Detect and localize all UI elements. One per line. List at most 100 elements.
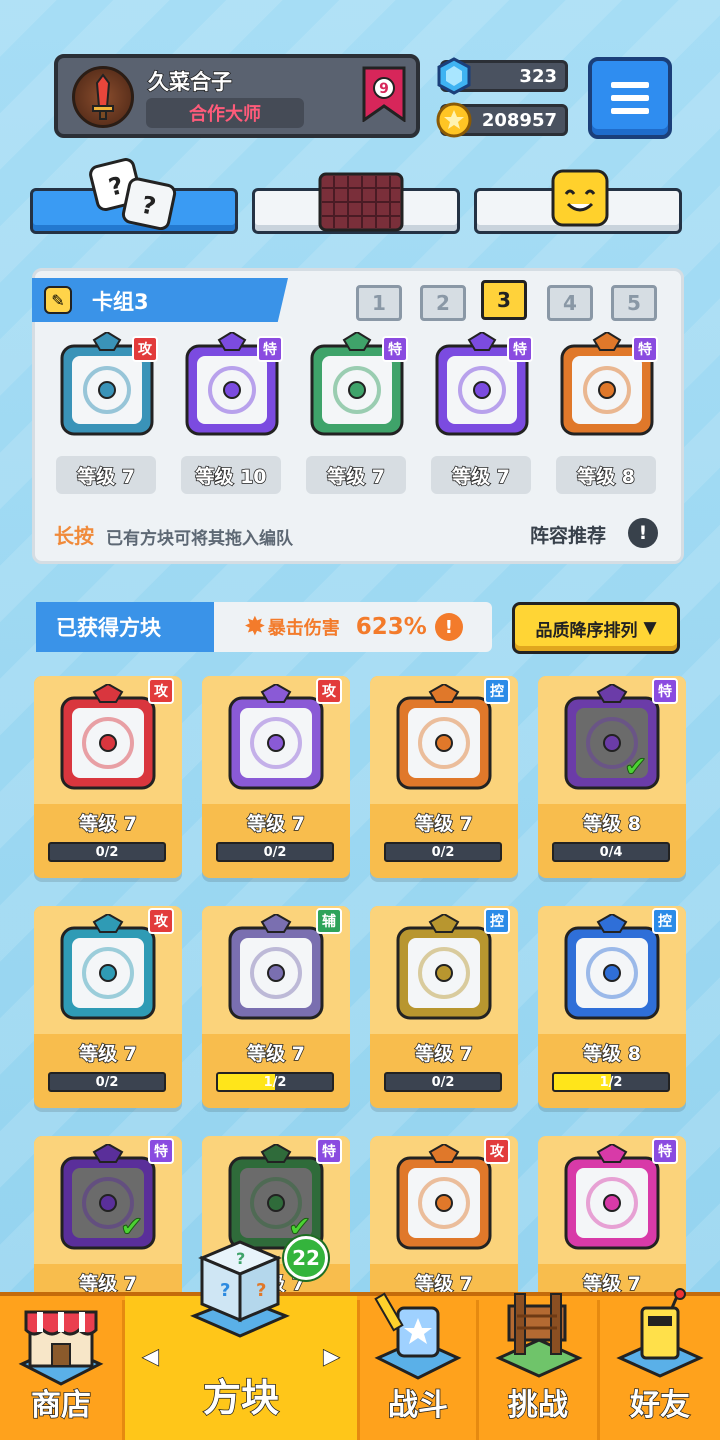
nav-friends-label: 好友 xyxy=(629,1387,691,1424)
block-progress-bar: 0/2 xyxy=(48,842,166,862)
block-card[interactable]: 攻 等级 7 0/2 xyxy=(202,676,350,878)
block-type-tag: 控 xyxy=(652,908,678,934)
deck-card[interactable]: 攻 xyxy=(52,330,162,442)
deck-card[interactable]: 特 xyxy=(302,330,412,442)
crit-value: 623% xyxy=(355,614,427,640)
block-type-tag: 攻 xyxy=(148,908,174,934)
sort-label: 品质降序排列 xyxy=(535,620,638,641)
crit-spark-icon: ✸ xyxy=(244,612,266,642)
dice-icon: ? ? xyxy=(89,158,177,230)
crit-damage-box[interactable]: ✸ 暴击伤害 623% ! xyxy=(214,602,492,652)
blocks-count-badge: 22 xyxy=(284,1236,328,1280)
deck-card[interactable]: 特 xyxy=(427,330,537,442)
menu-icon-bar xyxy=(611,108,649,114)
check-icon: ✔ xyxy=(623,750,648,784)
block-progress-bar: 0/2 xyxy=(384,1072,502,1092)
sword-icon xyxy=(92,73,114,120)
info-icon[interactable]: ! xyxy=(628,518,658,548)
block-type-tag: 特 xyxy=(632,336,658,362)
svg-text:?: ? xyxy=(220,1280,230,1301)
block-type-tag: 特 xyxy=(382,336,408,362)
block-type-tag: 特 xyxy=(316,1138,342,1164)
friends-icon xyxy=(616,1288,704,1378)
nav-battle[interactable]: 战斗 xyxy=(360,1292,476,1440)
block-type-tag: 辅 xyxy=(316,908,342,934)
deck-card[interactable]: 特 xyxy=(177,330,287,442)
deck-card-level: 等级 8 xyxy=(556,456,656,494)
block-type-tag: 攻 xyxy=(484,1138,510,1164)
deck-slot-4[interactable]: 4 xyxy=(547,285,593,321)
block-type-tag: 特 xyxy=(652,678,678,704)
block-level: 等级 7 xyxy=(78,1042,137,1066)
block-type-tag: 特 xyxy=(507,336,533,362)
block-progress-text: 0/2 xyxy=(431,1074,455,1090)
deck-card-level: 等级 7 xyxy=(56,456,156,494)
hint-long-press: 长按 xyxy=(54,524,94,548)
coin-value: 208957 xyxy=(481,109,557,131)
pen-icon[interactable]: ✎ xyxy=(44,286,72,314)
nav-prev-arrow[interactable]: ◀ xyxy=(142,1343,159,1369)
block-progress-bar: 1/2 xyxy=(216,1072,334,1092)
block-progress-bar: 1/2 xyxy=(552,1072,670,1092)
block-type-tag: 控 xyxy=(484,678,510,704)
block-card[interactable]: 特 等级 8 0/4 ✔ xyxy=(538,676,686,878)
block-cube-icon: ? ? ? xyxy=(190,1240,290,1338)
deck-slot-5[interactable]: 5 xyxy=(611,285,657,321)
block-card[interactable]: 攻 等级 7 0/2 xyxy=(34,676,182,878)
nav-challenge[interactable]: 挑战 xyxy=(479,1293,597,1440)
block-type-tag: 特 xyxy=(652,1138,678,1164)
rank-badge: 9 xyxy=(362,66,406,122)
block-card[interactable]: 攻 等级 7 0/2 xyxy=(34,906,182,1108)
block-progress-text: 0/2 xyxy=(95,1074,119,1090)
menu-icon-bar xyxy=(611,95,649,101)
deck-slot-2[interactable]: 2 xyxy=(420,285,466,321)
block-card[interactable]: 控 等级 8 1/2 xyxy=(538,906,686,1108)
deck-slot-1[interactable]: 1 xyxy=(356,285,402,321)
deck-slot-3[interactable]: 3 xyxy=(481,280,527,320)
lineup-recommend-label[interactable]: 阵容推荐 xyxy=(530,521,606,548)
block-level: 等级 8 xyxy=(582,1042,641,1066)
block-level: 等级 8 xyxy=(582,812,641,836)
deck-name-label[interactable]: ✎ 卡组3 xyxy=(32,278,288,322)
battle-icon xyxy=(374,1292,462,1380)
svg-text:?: ? xyxy=(256,1280,266,1301)
block-card[interactable]: 控 等级 7 0/2 xyxy=(370,676,518,878)
profile-panel[interactable]: 久菜合子 合作大师 9 xyxy=(54,54,420,138)
block-level: 等级 7 xyxy=(414,812,473,836)
deck-card-level: 等级 7 xyxy=(306,456,406,494)
hint-drag-text: 已有方块可将其拖入编队 xyxy=(106,529,293,549)
gem-icon xyxy=(437,57,471,95)
player-title: 合作大师 xyxy=(146,98,304,128)
sort-button[interactable]: 品质降序排列 ▼ xyxy=(512,602,680,654)
smile-icon xyxy=(551,169,609,227)
block-progress-text: 0/2 xyxy=(263,844,287,860)
gem-counter[interactable]: 323 xyxy=(437,57,568,95)
crit-info-icon[interactable]: ! xyxy=(434,613,463,641)
menu-icon-bar xyxy=(611,82,649,88)
deck-card-level: 等级 10 xyxy=(181,456,281,494)
block-type-tag: 攻 xyxy=(148,678,174,704)
deck-card[interactable]: 特 xyxy=(552,330,662,442)
gem-value: 323 xyxy=(519,65,557,87)
block-progress-text: 1/2 xyxy=(599,1074,623,1090)
svg-text:?: ? xyxy=(236,1249,245,1268)
menu-button[interactable] xyxy=(588,57,672,139)
nav-friends[interactable]: 好友 xyxy=(600,1288,720,1440)
nav-blocks-label: 方块 xyxy=(202,1375,280,1421)
block-type-tag: 特 xyxy=(257,336,283,362)
block-progress-text: 1/2 xyxy=(263,1074,287,1090)
bottom-nav: 商店 方块 ◀ ▶ 战斗 挑战 好友 xyxy=(0,1288,720,1440)
nav-shop[interactable]: 商店 xyxy=(0,1296,122,1440)
nav-challenge-label: 挑战 xyxy=(507,1387,569,1424)
nav-next-arrow[interactable]: ▶ xyxy=(323,1343,340,1369)
block-progress-bar: 0/2 xyxy=(216,842,334,862)
block-progress-text: 0/2 xyxy=(95,844,119,860)
block-type-tag: 特 xyxy=(148,1138,174,1164)
avatar[interactable] xyxy=(72,66,134,128)
block-card[interactable]: 控 等级 7 0/2 xyxy=(370,906,518,1108)
block-card[interactable]: 辅 等级 7 1/2 xyxy=(202,906,350,1108)
obtained-blocks-label: 已获得方块 xyxy=(36,602,226,652)
block-type-tag: 攻 xyxy=(132,336,158,362)
block-progress-bar: 0/4 xyxy=(552,842,670,862)
coin-counter[interactable]: 208957 xyxy=(436,102,568,138)
